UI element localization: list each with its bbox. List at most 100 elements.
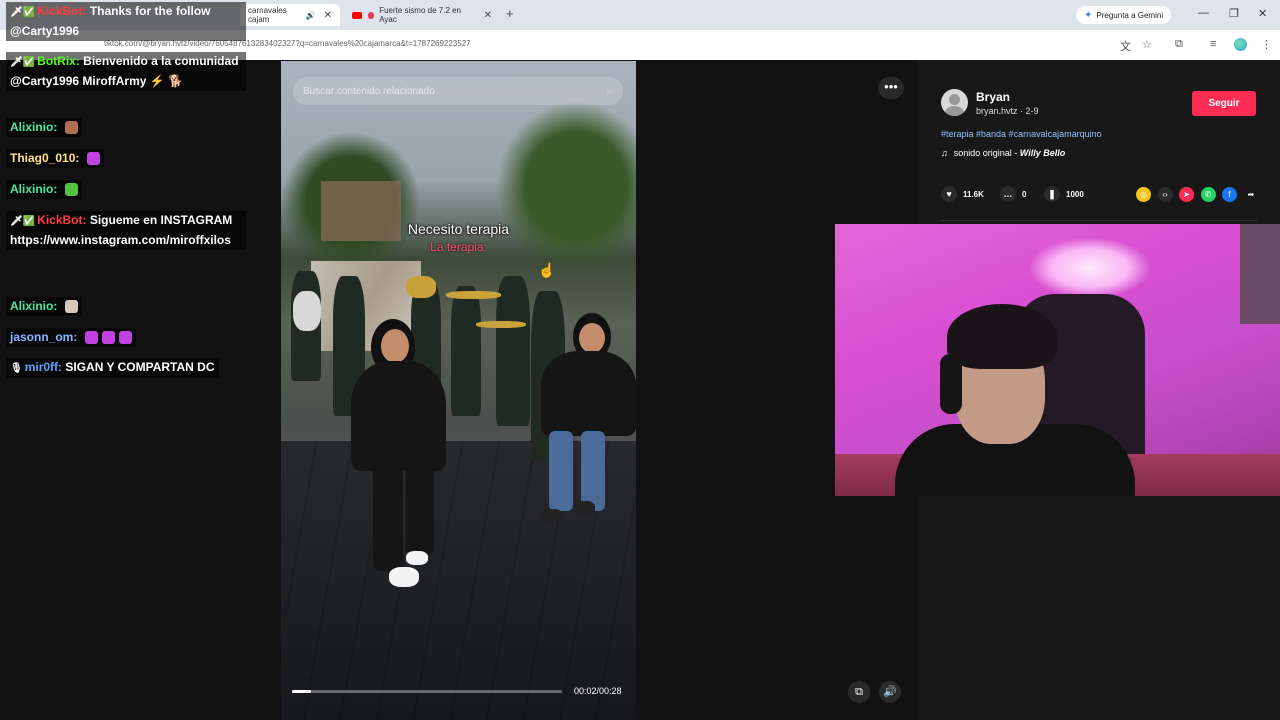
coin-share-icon[interactable]: ◎	[1136, 187, 1151, 202]
chat-username[interactable]: Thiag0_010:	[10, 151, 83, 165]
tab-tiktok[interactable]: carnavales cajam 🔊 ✕	[240, 4, 340, 26]
chat-username[interactable]: jasonn_om:	[10, 330, 81, 344]
chat-username[interactable]: KickBot:	[37, 213, 90, 227]
menu-icon[interactable]: ⋮	[1261, 38, 1272, 51]
emote-icon	[86, 152, 100, 166]
tab-label: Fuerte sismo de 7.2 en Ayac	[379, 6, 462, 24]
streamer-hair	[947, 304, 1057, 369]
video-player[interactable]	[281, 61, 636, 720]
dancer-right	[541, 351, 636, 436]
chat-message: Alixinio:	[6, 180, 82, 199]
embed-share-icon[interactable]: ‹›	[1157, 187, 1173, 202]
sound-label: sonido original -	[953, 148, 1020, 158]
chat-message: Alixinio:	[6, 297, 82, 316]
whatsapp-share-icon[interactable]: ✆	[1200, 187, 1216, 202]
close-icon[interactable]: ✕	[484, 10, 492, 21]
dancer-face	[579, 323, 605, 353]
emote-icon	[64, 300, 78, 314]
music-note-icon: ♫	[941, 148, 948, 158]
save-button[interactable]: ❚ 1000	[1044, 186, 1084, 202]
dancer-leg	[406, 461, 434, 556]
band-member	[496, 276, 530, 426]
chat-username[interactable]: mir0ff:	[25, 360, 66, 374]
video-caption-line1: Necesito terapia	[407, 221, 510, 237]
trumpet	[476, 321, 526, 328]
video-caption-line2: La terapia:	[430, 240, 487, 254]
stream-chat: 🗡✅ KickBot: Thanks for the follow @Carty1…	[0, 0, 246, 380]
profile-avatar[interactable]	[1234, 38, 1247, 51]
close-icon[interactable]: ✕	[324, 10, 332, 21]
drum	[293, 291, 321, 331]
media-icon[interactable]: ≡	[1210, 38, 1216, 50]
tab-label: carnavales cajam	[248, 6, 287, 24]
chat-message: Alixinio:	[6, 118, 82, 137]
chat-username[interactable]: Alixinio:	[10, 182, 61, 196]
chat-badge-icon: 🎙	[10, 363, 23, 374]
bookmark-star-icon[interactable]: ☆	[1142, 38, 1152, 51]
chat-message: 🎙 mir0ff: SIGAN Y COMPARTAN DC	[6, 358, 219, 378]
chat-text: SIGAN Y COMPARTAN DC	[65, 360, 215, 374]
window-close-icon[interactable]: ✕	[1258, 7, 1267, 20]
emote-icon	[118, 331, 132, 345]
new-tab-button[interactable]: +	[506, 6, 514, 21]
recording-icon	[367, 11, 375, 19]
chat-message: jasonn_om:	[6, 328, 136, 347]
comment-count: 0	[1022, 189, 1027, 199]
restore-icon[interactable]: ❐	[1229, 7, 1239, 20]
dancer-face	[381, 329, 409, 363]
chat-badge-icon: 🗡✅	[10, 216, 36, 227]
mouse-cursor-icon: ☝	[538, 262, 556, 278]
poster	[1240, 224, 1280, 324]
chat-username[interactable]: Alixinio:	[10, 120, 61, 134]
chat-badge-icon: 🗡✅	[10, 7, 36, 18]
facebook-share-icon[interactable]: f	[1222, 187, 1237, 202]
emote-icon	[84, 331, 98, 345]
related-search-input[interactable]: Buscar contenido relacionado ⌕	[293, 77, 623, 105]
search-placeholder: Buscar contenido relacionado	[303, 85, 435, 97]
heart-icon: ♥	[941, 186, 957, 202]
progress-fill	[292, 690, 311, 693]
headset	[940, 354, 962, 414]
divider	[941, 220, 1257, 221]
dancer-leg	[373, 461, 403, 571]
sound-info[interactable]: ♫ sonido original - Willy Bello	[941, 148, 1065, 158]
comment-icon: …	[1000, 186, 1016, 202]
chat-badge-icon: 🗡✅	[10, 57, 36, 68]
neon-sign	[1030, 238, 1150, 298]
translate-icon[interactable]: 文	[1120, 38, 1131, 54]
like-button[interactable]: ♥ 11.6K	[941, 186, 984, 202]
forward-share-icon[interactable]: ➦	[1244, 187, 1259, 202]
like-count: 11.6K	[963, 189, 984, 199]
chat-message: 🗡✅ KickBot: Sigueme en INSTAGRAM https://…	[6, 211, 246, 250]
dancer-leg	[581, 431, 605, 511]
chat-username[interactable]: BotRix:	[37, 54, 83, 68]
audio-icon: 🔊	[305, 10, 316, 20]
author-avatar[interactable]	[941, 89, 968, 116]
chat-username[interactable]: KickBot:	[37, 4, 90, 18]
comment-button[interactable]: … 0	[1000, 186, 1026, 202]
pip-button[interactable]: ⧉	[848, 681, 870, 703]
shoe	[406, 551, 428, 565]
tab-youtube[interactable]: Fuerte sismo de 7.2 en Ayac ✕	[344, 4, 500, 26]
chat-message: 🗡✅ KickBot: Thanks for the follow @Carty1…	[6, 2, 246, 41]
sound-artist: Willy Bello	[1019, 148, 1066, 158]
dancer-leg	[549, 431, 573, 511]
emote-icon	[64, 121, 78, 135]
follow-button[interactable]: Seguir	[1192, 91, 1256, 116]
progress-bar[interactable]	[292, 690, 562, 693]
hashtags[interactable]: #terapia #banda #carnavalcajamarquino	[941, 129, 1102, 139]
gemini-button[interactable]: ✦ Pregunta a Gemini	[1076, 6, 1172, 24]
search-icon[interactable]: ⌕	[606, 84, 613, 99]
author-name[interactable]: Bryan	[976, 90, 1010, 104]
shoe	[539, 509, 563, 523]
more-options-button[interactable]: •••	[878, 77, 904, 99]
author-handle: bryan.hvtz · 2-9	[976, 106, 1039, 116]
minimize-icon[interactable]: —	[1198, 7, 1209, 19]
video-time: 00:02/00:28	[574, 686, 622, 696]
chat-username[interactable]: Alixinio:	[10, 299, 61, 313]
send-share-icon[interactable]: ➤	[1179, 187, 1194, 202]
extensions-icon[interactable]: ⧉	[1175, 38, 1183, 51]
save-count: 1000	[1066, 189, 1084, 199]
volume-button[interactable]: 🔊	[879, 681, 901, 703]
bookmark-icon: ❚	[1044, 186, 1060, 202]
